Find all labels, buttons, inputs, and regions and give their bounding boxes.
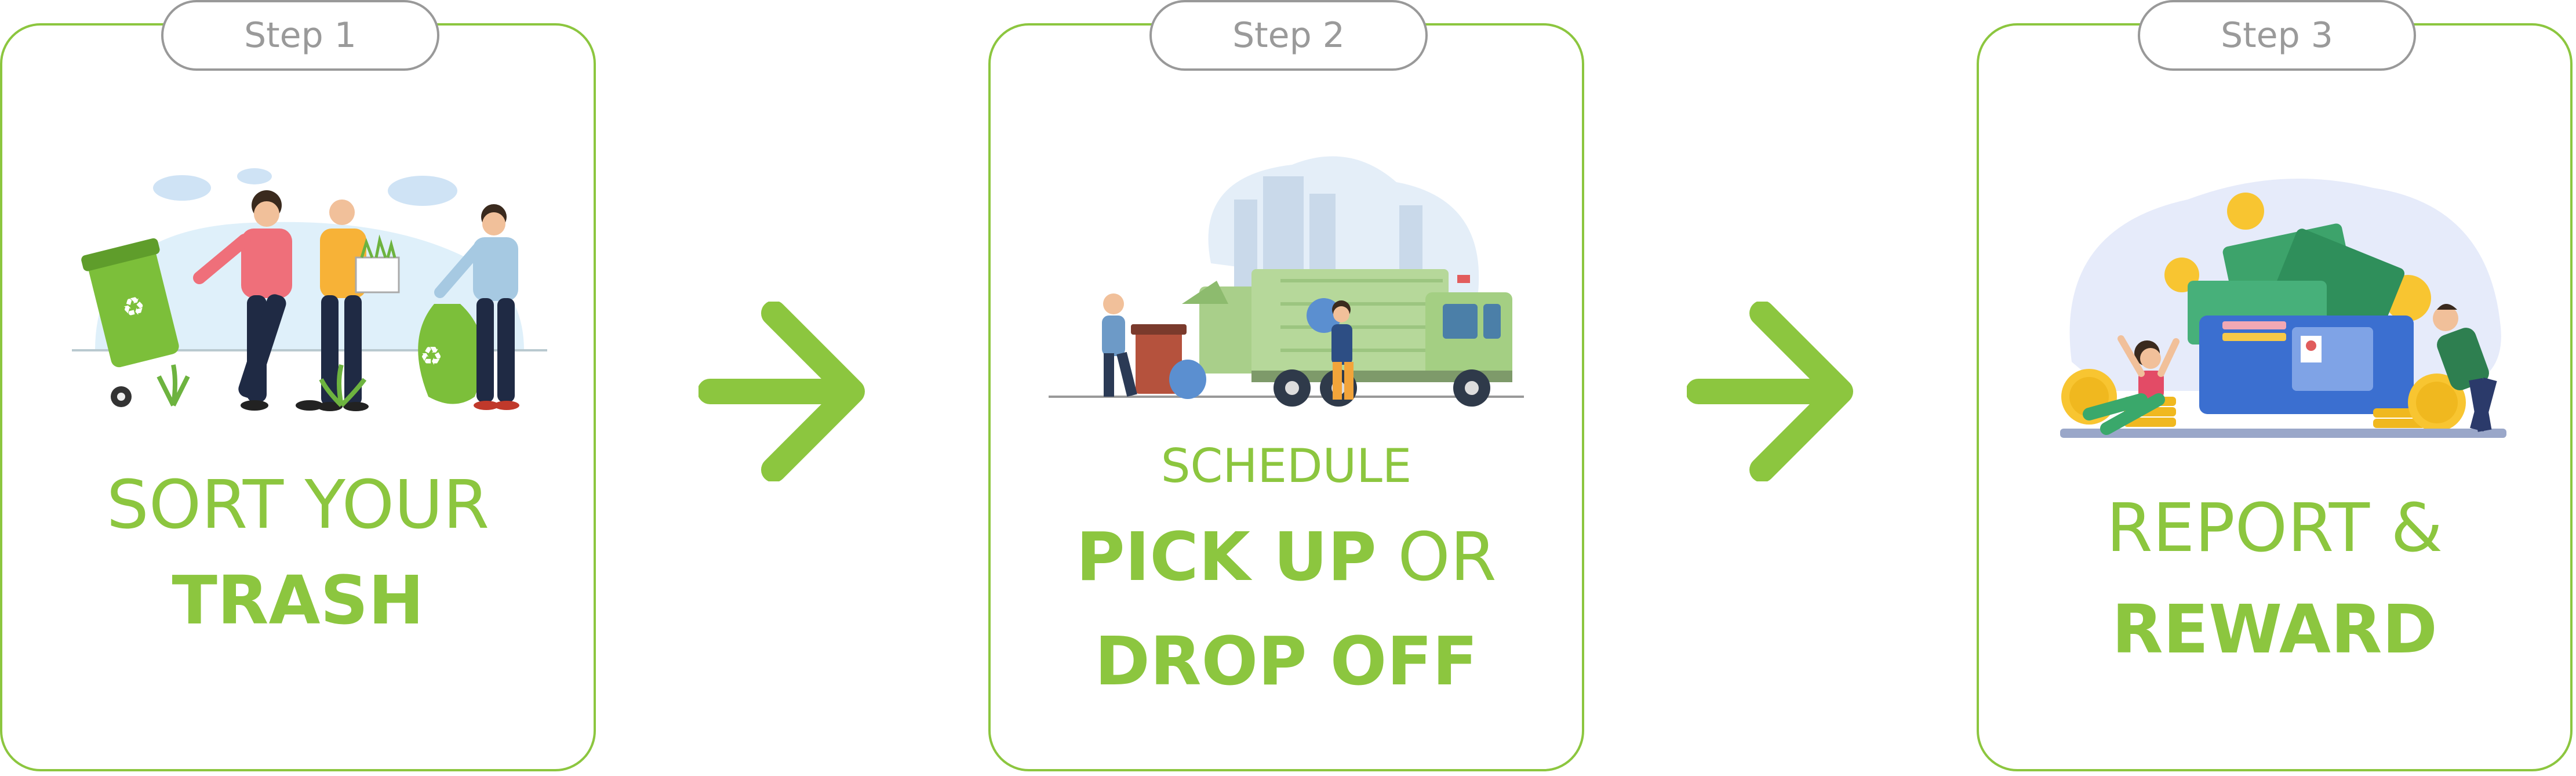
- step-3-label: Step 3: [2138, 0, 2416, 71]
- step-2-card: SCHEDULE PICK UP OR DROP OFF: [988, 23, 1584, 771]
- arrow-right-icon: [1687, 302, 1853, 481]
- step-3-line-1: REPORT &: [2106, 489, 2443, 567]
- step-2-line-1-bold: PICK UP: [1076, 518, 1377, 596]
- step-3-card: REPORT & REWARD: [1977, 23, 2573, 771]
- step-2-line-1: PICK UP OR: [991, 524, 1582, 591]
- garbage-truck-illustration: [1049, 156, 1524, 407]
- step-3-line-2: REWARD: [2112, 591, 2437, 669]
- step-2-label: Step 2: [1149, 0, 1428, 71]
- people-sorting-trash-illustration: ♻ ♻: [72, 168, 547, 411]
- step-2-line-2: DROP OFF: [1094, 623, 1478, 701]
- step-1-line-1: SORT YOUR: [106, 466, 490, 544]
- step-2-line-0: SCHEDULE: [1160, 439, 1412, 493]
- money-reward-illustration: [2060, 179, 2506, 438]
- arrow-right-icon: [698, 302, 865, 481]
- step-1-card: ♻ ♻ SORT YOUR TRASH: [0, 23, 596, 771]
- step-1-line-2: TRASH: [172, 562, 424, 640]
- step-2-line-1-light: OR: [1376, 518, 1497, 596]
- svg-text:♻: ♻: [420, 342, 442, 371]
- step-1-label: Step 1: [161, 0, 439, 71]
